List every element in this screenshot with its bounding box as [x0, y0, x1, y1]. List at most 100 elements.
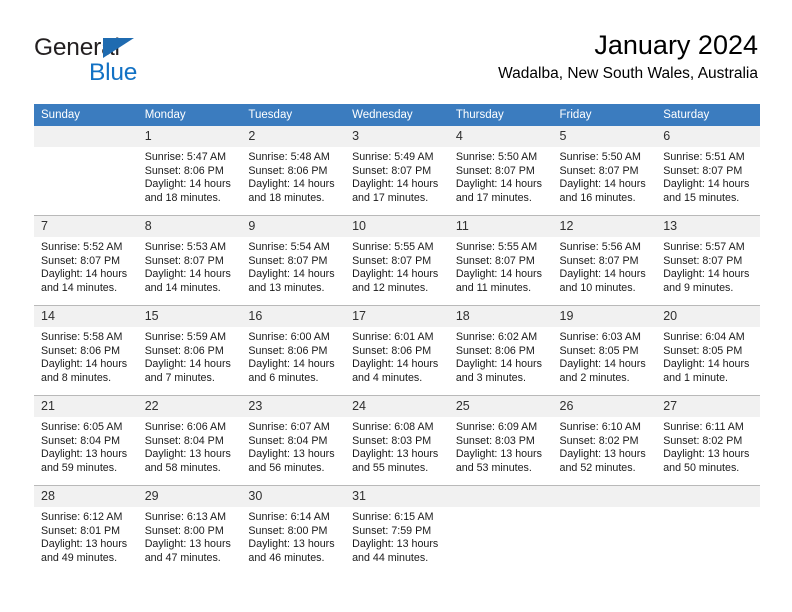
- day-number: 3: [345, 126, 449, 147]
- daylight-text-line1: Daylight: 13 hours: [144, 448, 231, 461]
- sunrise-text: Sunrise: 5:49 AM: [352, 151, 434, 163]
- day-number: [552, 486, 657, 507]
- calendar-day-cell[interactable]: 4 Sunrise: 5:50 AM Sunset: 8:07 PM Daylight…: [448, 126, 553, 216]
- day-sun-info: Sunrise: 6:05 AM Sunset: 8:04 PM Daylight:…: [34, 417, 138, 475]
- sunset-text: Sunset: 8:07 PM: [455, 254, 535, 267]
- sunrise-text: Sunrise: 6:13 AM: [144, 511, 227, 523]
- calendar-day-cell[interactable]: 31 Sunrise: 6:15 AM Sunset: 7:59 PM Dayligh…: [345, 486, 449, 576]
- daylight-text-line2: and 58 minutes.: [144, 461, 221, 474]
- day-sun-info: Sunrise: 5:51 AM Sunset: 8:07 PM Daylight:…: [656, 147, 760, 205]
- title-block: January 2024 Wadalba, New South Wales, A…: [498, 28, 758, 86]
- day-sun-info: Sunrise: 5:53 AM Sunset: 8:07 PM Daylight:…: [138, 237, 242, 295]
- sunset-text: Sunset: 8:04 PM: [144, 434, 224, 447]
- calendar-day-cell[interactable]: 29 Sunrise: 6:13 AM Sunset: 8:00 PM Dayligh…: [137, 486, 242, 576]
- sunrise-text: Sunrise: 5:51 AM: [663, 151, 745, 163]
- calendar-day-cell[interactable]: 28 Sunrise: 6:12 AM Sunset: 8:01 PM Dayligh…: [34, 486, 138, 576]
- day-number: 29: [137, 486, 242, 507]
- day-sun-info: Sunrise: 6:12 AM Sunset: 8:01 PM Daylight:…: [34, 507, 138, 565]
- calendar-day-cell[interactable]: 1 Sunrise: 5:47 AM Sunset: 8:06 PM Daylight…: [137, 126, 242, 216]
- sunrise-text: Sunrise: 5:52 AM: [41, 241, 123, 253]
- calendar-day-cell[interactable]: 8 Sunrise: 5:53 AM Sunset: 8:07 PM Daylight…: [137, 215, 242, 306]
- sunset-text: Sunset: 8:07 PM: [559, 164, 639, 177]
- day-sun-info: Sunrise: 5:49 AM Sunset: 8:07 PM Daylight:…: [345, 147, 449, 205]
- day-number: [656, 486, 760, 507]
- day-number: 30: [241, 486, 346, 507]
- calendar-day-cell[interactable]: 13 Sunrise: 5:57 AM Sunset: 8:07 PM Dayligh…: [656, 215, 760, 306]
- day-sun-info: Sunrise: 6:07 AM Sunset: 8:04 PM Daylight:…: [241, 417, 345, 475]
- day-number: 6: [656, 126, 760, 147]
- day-sun-info: Sunrise: 6:00 AM Sunset: 8:06 PM Daylight:…: [241, 327, 345, 385]
- sunset-text: Sunset: 8:04 PM: [41, 434, 121, 447]
- daylight-text-line1: Daylight: 13 hours: [41, 538, 128, 551]
- sunset-text: Sunset: 8:02 PM: [663, 434, 743, 447]
- sunrise-text: Sunrise: 6:02 AM: [455, 331, 538, 343]
- general-blue-logo[interactable]: General Blue: [34, 34, 224, 92]
- calendar-day-cell[interactable]: 17 Sunrise: 6:01 AM Sunset: 8:06 PM Dayligh…: [345, 305, 449, 396]
- daylight-text-line1: Daylight: 14 hours: [455, 178, 542, 191]
- weekday-header-thursday: Thursday: [448, 104, 553, 126]
- sunrise-text: Sunrise: 6:07 AM: [248, 421, 330, 433]
- calendar-day-cell[interactable]: 14 Sunrise: 5:58 AM Sunset: 8:06 PM Dayligh…: [34, 305, 138, 396]
- calendar-header-row: Sunday Monday Tuesday Wednesday Thursday Frid…: [34, 104, 760, 126]
- calendar-day-cell[interactable]: 22 Sunrise: 6:06 AM Sunset: 8:04 PM Dayligh…: [137, 395, 242, 486]
- daylight-text-line2: and 11 minutes.: [455, 281, 532, 294]
- sunset-text: Sunset: 8:07 PM: [248, 254, 328, 267]
- calendar-day-cell[interactable]: 10 Sunrise: 5:55 AM Sunset: 8:07 PM Dayligh…: [345, 215, 449, 306]
- calendar-day-cell[interactable]: 26 Sunrise: 6:10 AM Sunset: 8:02 PM Dayligh…: [552, 395, 657, 486]
- calendar-day-cell[interactable]: 20 Sunrise: 6:04 AM Sunset: 8:05 PM Dayligh…: [656, 305, 760, 396]
- calendar-page: General Blue January 2024 Wadalba, New S…: [0, 0, 792, 612]
- calendar-day-cell[interactable]: 24 Sunrise: 6:08 AM Sunset: 8:03 PM Dayligh…: [345, 395, 449, 486]
- day-number: 15: [137, 306, 242, 327]
- sunrise-text: Sunrise: 5:55 AM: [455, 241, 538, 253]
- day-number: 21: [34, 396, 138, 417]
- day-number: 8: [137, 216, 242, 237]
- calendar-day-cell[interactable]: 18 Sunrise: 6:02 AM Sunset: 8:06 PM Dayligh…: [448, 305, 553, 396]
- calendar-day-cell[interactable]: 12 Sunrise: 5:56 AM Sunset: 8:07 PM Dayligh…: [552, 215, 657, 306]
- calendar-day-cell[interactable]: 9 Sunrise: 5:54 AM Sunset: 8:07 PM Daylight…: [241, 215, 346, 306]
- calendar-day-cell[interactable]: 25 Sunrise: 6:09 AM Sunset: 8:03 PM Dayligh…: [448, 395, 553, 486]
- daylight-text-line2: and 18 minutes.: [144, 191, 221, 204]
- calendar-day-cell[interactable]: 15 Sunrise: 5:59 AM Sunset: 8:06 PM Dayligh…: [137, 305, 242, 396]
- day-sun-info: Sunrise: 6:02 AM Sunset: 8:06 PM Daylight:…: [449, 327, 553, 385]
- calendar-grid: Sunday Monday Tuesday Wednesday Thursday Frid…: [34, 104, 760, 575]
- day-number: 9: [241, 216, 346, 237]
- day-number: 28: [34, 486, 138, 507]
- day-number: 14: [34, 306, 138, 327]
- calendar-day-cell[interactable]: 30 Sunrise: 6:14 AM Sunset: 8:00 PM Dayligh…: [241, 486, 346, 576]
- sunset-text: Sunset: 8:06 PM: [248, 164, 328, 177]
- daylight-text-line2: and 2 minutes.: [559, 371, 630, 384]
- sunrise-text: Sunrise: 5:47 AM: [144, 151, 227, 163]
- calendar-day-cell[interactable]: 16 Sunrise: 6:00 AM Sunset: 8:06 PM Dayligh…: [241, 305, 346, 396]
- daylight-text-line2: and 10 minutes.: [559, 281, 636, 294]
- calendar-week-row: 21 Sunrise: 6:05 AM Sunset: 8:04 PM Dayligh…: [34, 395, 760, 486]
- calendar-day-cell[interactable]: 6 Sunrise: 5:51 AM Sunset: 8:07 PM Daylight…: [656, 126, 760, 216]
- daylight-text-line1: Daylight: 14 hours: [248, 178, 335, 191]
- day-sun-info: Sunrise: 5:57 AM Sunset: 8:07 PM Daylight:…: [656, 237, 760, 295]
- calendar-week-row: 1 Sunrise: 5:47 AM Sunset: 8:06 PM Daylight…: [34, 126, 760, 216]
- calendar-day-cell[interactable]: 21 Sunrise: 6:05 AM Sunset: 8:04 PM Dayligh…: [34, 395, 138, 486]
- sunrise-text: Sunrise: 6:00 AM: [248, 331, 330, 343]
- day-sun-info: Sunrise: 5:50 AM Sunset: 8:07 PM Daylight:…: [449, 147, 553, 205]
- sunrise-text: Sunrise: 5:55 AM: [352, 241, 434, 253]
- calendar-day-cell[interactable]: 19 Sunrise: 6:03 AM Sunset: 8:05 PM Dayligh…: [552, 305, 657, 396]
- calendar-day-cell[interactable]: 23 Sunrise: 6:07 AM Sunset: 8:04 PM Dayligh…: [241, 395, 346, 486]
- sunrise-text: Sunrise: 5:59 AM: [144, 331, 227, 343]
- calendar-day-cell[interactable]: 3 Sunrise: 5:49 AM Sunset: 8:07 PM Daylight…: [345, 126, 449, 216]
- sunrise-text: Sunrise: 5:57 AM: [663, 241, 745, 253]
- day-number: 27: [656, 396, 760, 417]
- daylight-text-line1: Daylight: 14 hours: [663, 178, 750, 191]
- calendar-day-cell[interactable]: 11 Sunrise: 5:55 AM Sunset: 8:07 PM Dayligh…: [448, 215, 553, 306]
- sunset-text: Sunset: 8:07 PM: [663, 164, 743, 177]
- calendar-day-cell[interactable]: 5 Sunrise: 5:50 AM Sunset: 8:07 PM Daylight…: [552, 126, 657, 216]
- daylight-text-line1: Daylight: 13 hours: [559, 448, 646, 461]
- calendar-day-cell[interactable]: 27 Sunrise: 6:11 AM Sunset: 8:02 PM Dayligh…: [656, 395, 760, 486]
- calendar-table: Sunday Monday Tuesday Wednesday Thursday Frid…: [34, 104, 760, 575]
- day-sun-info: Sunrise: 6:13 AM Sunset: 8:00 PM Daylight:…: [138, 507, 242, 565]
- calendar-day-cell[interactable]: 7 Sunrise: 5:52 AM Sunset: 8:07 PM Daylight…: [34, 215, 138, 306]
- calendar-day-cell[interactable]: 2 Sunrise: 5:48 AM Sunset: 8:06 PM Daylight…: [241, 126, 346, 216]
- day-sun-info: Sunrise: 5:55 AM Sunset: 8:07 PM Daylight:…: [449, 237, 553, 295]
- sunset-text: Sunset: 8:00 PM: [248, 524, 328, 537]
- daylight-text-line1: Daylight: 13 hours: [455, 448, 542, 461]
- sunset-text: Sunset: 8:07 PM: [41, 254, 121, 267]
- sunset-text: Sunset: 8:07 PM: [144, 254, 224, 267]
